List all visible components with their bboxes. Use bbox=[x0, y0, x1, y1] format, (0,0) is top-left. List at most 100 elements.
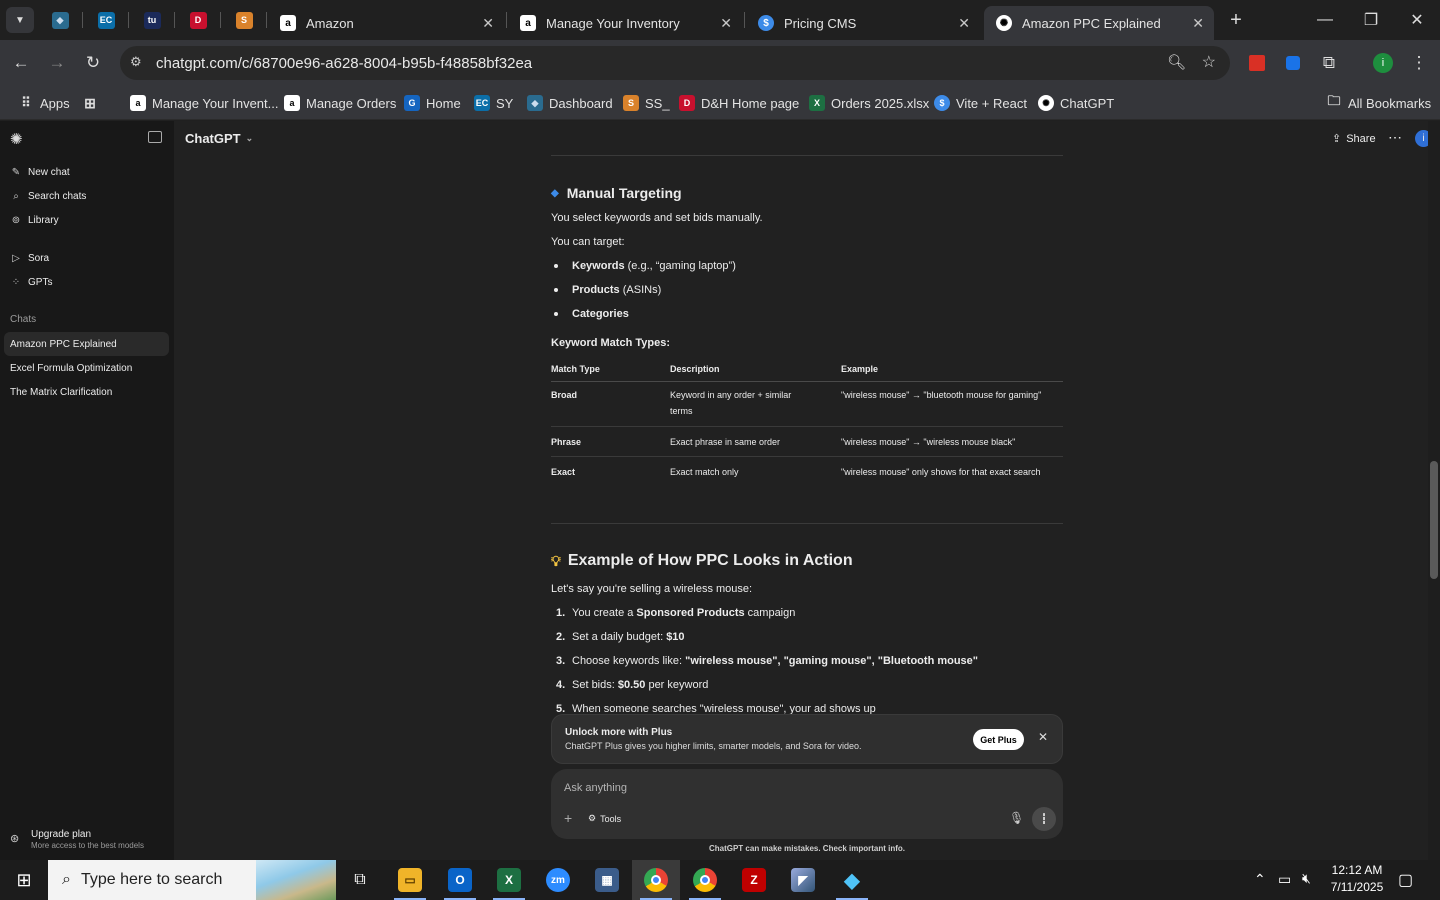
more-options-icon[interactable]: ⋯ bbox=[1388, 129, 1402, 146]
openai-logo-icon[interactable]: ✺ bbox=[10, 130, 23, 148]
tab-title: Manage Your Inventory bbox=[546, 15, 680, 31]
bookmark-vite-react[interactable]: $ Vite + React bbox=[934, 92, 1027, 114]
bookmark-apps[interactable]: ⠿ Apps bbox=[18, 92, 69, 114]
get-plus-button[interactable]: Get Plus bbox=[973, 729, 1024, 750]
app-button[interactable]: ◤ bbox=[779, 860, 827, 900]
blue-diamond-icon: ◆ bbox=[551, 187, 559, 199]
bookmark-tab-groups[interactable]: ⊞ bbox=[82, 92, 104, 114]
voice-mode-icon[interactable]: ┇ bbox=[1032, 807, 1056, 831]
ss-icon: S bbox=[235, 11, 253, 29]
plus-icon[interactable]: + bbox=[564, 810, 572, 826]
chat-item[interactable]: The Matrix Clarification bbox=[10, 382, 112, 402]
pinned-tab-tasks[interactable]: tu bbox=[130, 6, 174, 34]
sora-button[interactable]: ▷ Sora bbox=[10, 248, 49, 268]
extension-blue-icon[interactable] bbox=[1278, 48, 1308, 78]
restore-button[interactable]: ❐ bbox=[1348, 0, 1394, 40]
table-header: Description bbox=[670, 364, 720, 374]
microphone-icon[interactable]: 🎙︎ bbox=[1009, 811, 1024, 825]
folder-icon: 🗀 bbox=[1327, 93, 1341, 108]
bookmark-orders-xlsx[interactable]: X Orders 2025.xlsx bbox=[809, 92, 929, 114]
minimize-button[interactable]: — bbox=[1302, 0, 1348, 40]
site-info-icon[interactable]: ⚙ bbox=[130, 54, 142, 70]
extension-red-icon[interactable] bbox=[1242, 48, 1272, 78]
amazon-icon: a bbox=[284, 95, 300, 111]
bookmark-home[interactable]: G Home bbox=[404, 92, 461, 114]
bookmark-dh-home[interactable]: D D&H Home page bbox=[679, 92, 799, 114]
filezilla-icon: Z bbox=[742, 868, 766, 892]
calculator-button[interactable]: ▦ bbox=[583, 860, 631, 900]
task-view-button[interactable]: ⧉ bbox=[336, 860, 384, 900]
library-icon: ⊚ bbox=[11, 214, 21, 226]
zoom-icon[interactable]: 🔍︎ bbox=[1167, 53, 1186, 71]
close-icon[interactable]: ✕ bbox=[482, 15, 494, 32]
outlook-button[interactable]: O bbox=[436, 860, 484, 900]
pinned-tab-ss[interactable]: S bbox=[222, 6, 266, 34]
pinned-tab-ds[interactable]: ◆ bbox=[38, 6, 82, 34]
close-icon[interactable]: ✕ bbox=[1192, 15, 1204, 32]
reload-button[interactable]: ↻ bbox=[78, 48, 108, 78]
taskbar-search-box[interactable]: ⌕ Type here to search bbox=[48, 860, 336, 900]
chevron-up-icon[interactable]: ⌃ bbox=[1254, 871, 1266, 888]
notifications-icon[interactable]: ▢ bbox=[1398, 870, 1413, 890]
scrollbar-thumb[interactable] bbox=[1430, 461, 1438, 579]
bookmark-manage-orders[interactable]: a Manage Orders bbox=[284, 92, 396, 114]
address-bar[interactable]: ⚙ chatgpt.com/c/68700e96-a628-8004-b95b-… bbox=[120, 46, 1230, 80]
extensions-puzzle-icon[interactable]: ⧉ bbox=[1314, 48, 1344, 78]
pinned-tab-dh[interactable]: D bbox=[176, 6, 220, 34]
chat-item[interactable]: Excel Formula Optimization bbox=[10, 358, 132, 378]
new-tab-button[interactable]: + bbox=[1224, 8, 1248, 32]
pinned-tab-ec[interactable]: EC bbox=[84, 6, 128, 34]
amazon-icon: a bbox=[130, 95, 146, 111]
network-icon[interactable]: ▭ bbox=[1278, 871, 1291, 888]
excel-button[interactable]: X bbox=[485, 860, 533, 900]
scrollbar[interactable] bbox=[1428, 121, 1440, 860]
bookmark-dashboard[interactable]: ◆ Dashboard bbox=[527, 92, 613, 114]
zoom-app-button[interactable]: zm bbox=[534, 860, 582, 900]
model-selector[interactable]: ChatGPT ⌄ bbox=[185, 131, 253, 146]
gpts-button[interactable]: ⁘ GPTs bbox=[10, 272, 53, 292]
bookmark-chatgpt[interactable]: ✺ ChatGPT bbox=[1038, 92, 1114, 114]
volume-muted-icon[interactable]: 🔇︎ bbox=[1302, 870, 1311, 887]
close-icon[interactable]: ✕ bbox=[1038, 730, 1048, 744]
tab-amazon-ppc-explained[interactable]: ✺ Amazon PPC Explained ✕ bbox=[984, 6, 1214, 40]
bookmark-ss[interactable]: S SS_ bbox=[623, 92, 670, 114]
chrome-button[interactable] bbox=[681, 860, 729, 900]
back-button[interactable]: ← bbox=[6, 48, 36, 78]
bookmark-sy[interactable]: EC SY bbox=[474, 92, 513, 114]
tab-pricing-cms[interactable]: $ Pricing CMS ✕ bbox=[746, 6, 980, 40]
close-icon[interactable]: ✕ bbox=[958, 15, 970, 32]
tab-amazon[interactable]: a Amazon ✕ bbox=[268, 6, 504, 40]
clock[interactable]: 12:12 AM 7/11/2025 bbox=[1330, 863, 1384, 894]
ec-icon: EC bbox=[474, 95, 490, 111]
profile-avatar[interactable]: i bbox=[1368, 48, 1398, 78]
forward-button[interactable]: → bbox=[42, 48, 72, 78]
close-window-button[interactable]: ✕ bbox=[1394, 0, 1440, 40]
search-highlight-image bbox=[256, 860, 336, 900]
tab-manage-inventory[interactable]: a Manage Your Inventory ✕ bbox=[508, 6, 742, 40]
chat-item[interactable]: Amazon PPC Explained bbox=[10, 334, 117, 354]
list-item: Set a daily budget: $10 bbox=[572, 631, 685, 643]
library-button[interactable]: ⊚ Library bbox=[10, 210, 59, 230]
upgrade-plan-button[interactable]: Upgrade plan bbox=[31, 829, 91, 840]
tab-search-button[interactable]: ▼ bbox=[6, 7, 34, 33]
plus-banner-title: Unlock more with Plus bbox=[565, 727, 673, 738]
dollar-icon: $ bbox=[934, 95, 950, 111]
browser-menu-icon[interactable]: ⋮ bbox=[1404, 48, 1434, 78]
close-sidebar-icon[interactable] bbox=[148, 131, 162, 143]
share-button[interactable]: ⇪ Share bbox=[1332, 132, 1376, 146]
start-button[interactable]: ⊞ bbox=[0, 860, 48, 900]
app-diamond-button[interactable]: ◆ bbox=[828, 860, 876, 900]
close-icon[interactable]: ✕ bbox=[720, 15, 732, 32]
file-explorer-button[interactable]: ▭ bbox=[386, 860, 434, 900]
prompt-input[interactable]: Ask anything bbox=[564, 782, 627, 794]
new-chat-button[interactable]: ✎ New chat bbox=[10, 162, 70, 182]
chrome-active-button[interactable] bbox=[632, 860, 680, 900]
search-chats-button[interactable]: ⌕ Search chats bbox=[10, 186, 86, 206]
star-icon[interactable]: ☆ bbox=[1202, 52, 1216, 72]
tools-button[interactable]: ⚙ Tools bbox=[588, 813, 621, 824]
bookmark-manage-inventory[interactable]: a Manage Your Invent... bbox=[130, 92, 278, 114]
filezilla-button[interactable]: Z bbox=[730, 860, 778, 900]
bookmark-all-bookmarks[interactable]: 🗀 All Bookmarks bbox=[1326, 92, 1431, 114]
ds-icon: ◆ bbox=[51, 11, 69, 29]
search-icon: ⌕ bbox=[13, 190, 19, 202]
